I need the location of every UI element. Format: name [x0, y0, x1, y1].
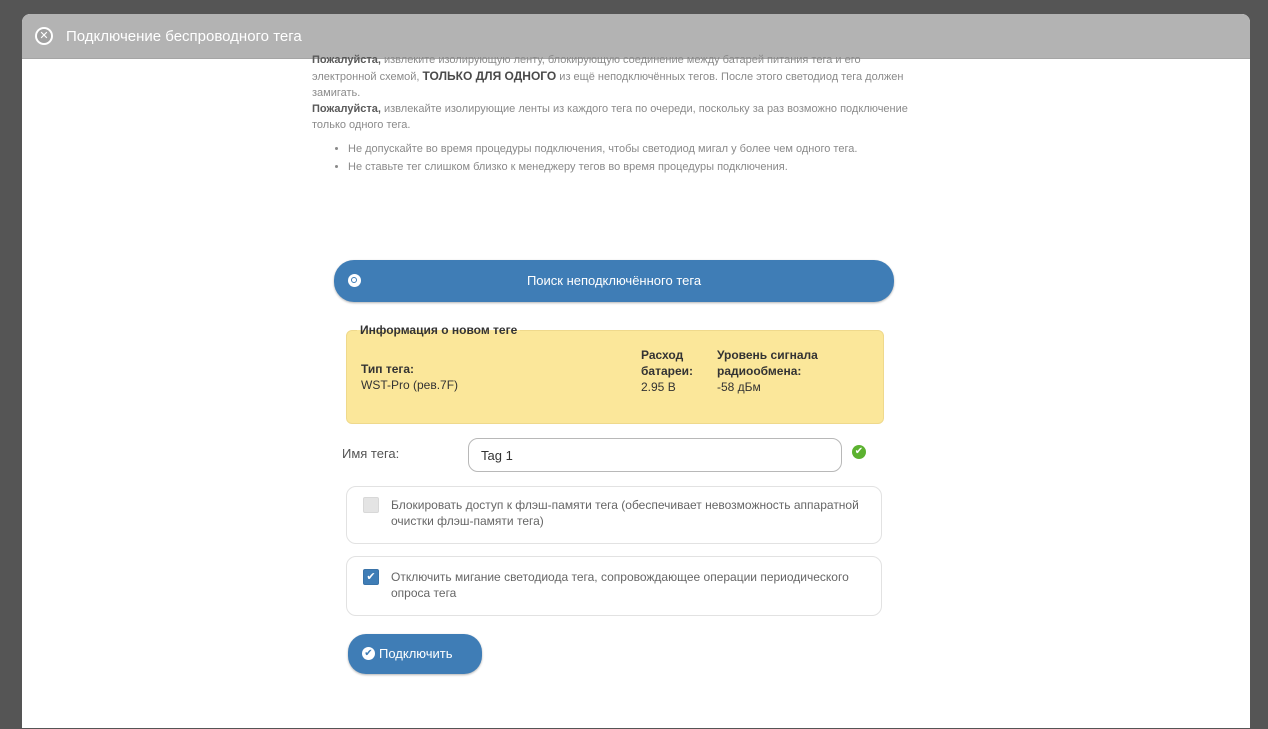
- signal-label-2: радиообмена:: [717, 364, 802, 378]
- disable-led-checkbox[interactable]: ✔: [363, 569, 379, 585]
- disable-led-label: Отключить мигание светодиода тега, сопро…: [391, 570, 849, 600]
- lock-flash-label: Блокировать доступ к флэш-памяти тега (о…: [391, 498, 859, 528]
- battery-label-1: Расход: [641, 348, 684, 362]
- intro-p2-text: извлекайте изолирующие ленты из каждого …: [312, 103, 908, 131]
- tag-type-block: Тип тега: WST-Pro (рев.7F): [361, 361, 458, 393]
- lock-flash-checkbox[interactable]: [363, 497, 379, 513]
- connect-button-label: Подключить: [379, 646, 453, 661]
- search-button-label: Поиск неподключённого тега: [526, 273, 702, 288]
- battery-block: Расход батареи: 2.95 В: [641, 347, 693, 395]
- close-icon: ✕: [37, 29, 51, 43]
- check-icon: ✔: [362, 647, 375, 660]
- tag-name-input[interactable]: [468, 438, 842, 472]
- warning-list: Не допускайте во время процедуры подключ…: [312, 141, 912, 175]
- intro-p2-bold: Пожалуйста,: [312, 103, 381, 115]
- intro-p1-caps: ТОЛЬКО ДЛЯ ОДНОГО: [422, 69, 557, 83]
- signal-block: Уровень сигнала радиообмена: -58 дБм: [717, 347, 818, 395]
- tag-type-value: WST-Pro (рев.7F): [361, 378, 459, 392]
- info-panel-legend: Информация о новом теге: [357, 323, 521, 337]
- close-button[interactable]: ✕: [35, 27, 53, 45]
- tag-type-label: Тип тега:: [361, 362, 415, 376]
- option-disable-led-blink[interactable]: ✔ Отключить мигание светодиода тега, соп…: [346, 556, 882, 616]
- intro-p1-bold: Пожалуйста,: [312, 54, 381, 66]
- list-item: Не ставьте тег слишком близко к менеджер…: [348, 159, 912, 175]
- battery-label-2: батареи:: [641, 364, 694, 378]
- connect-button[interactable]: ✔ Подключить: [348, 634, 482, 674]
- dialog-title: Подключение беспроводного тега: [66, 27, 302, 45]
- signal-label-1: Уровень сигнала: [717, 348, 818, 362]
- valid-check-icon: ✔: [852, 445, 866, 459]
- list-item: Не допускайте во время процедуры подключ…: [348, 141, 912, 157]
- signal-value: -58 дБм: [717, 380, 761, 394]
- new-tag-info-panel: Тип тега: WST-Pro (рев.7F) Расход батаре…: [346, 330, 884, 424]
- instructions: Пожалуйста, извлеките изолирующую ленту,…: [312, 52, 912, 177]
- battery-value: 2.95 В: [641, 380, 676, 394]
- option-lock-flash[interactable]: Блокировать доступ к флэш-памяти тега (о…: [346, 486, 882, 544]
- search-unconnected-tag-button[interactable]: Поиск неподключённого тега: [334, 260, 894, 302]
- intro-text: Пожалуйста, извлеките изолирующую ленту,…: [312, 52, 912, 133]
- tag-name-label: Имя тега:: [342, 446, 400, 461]
